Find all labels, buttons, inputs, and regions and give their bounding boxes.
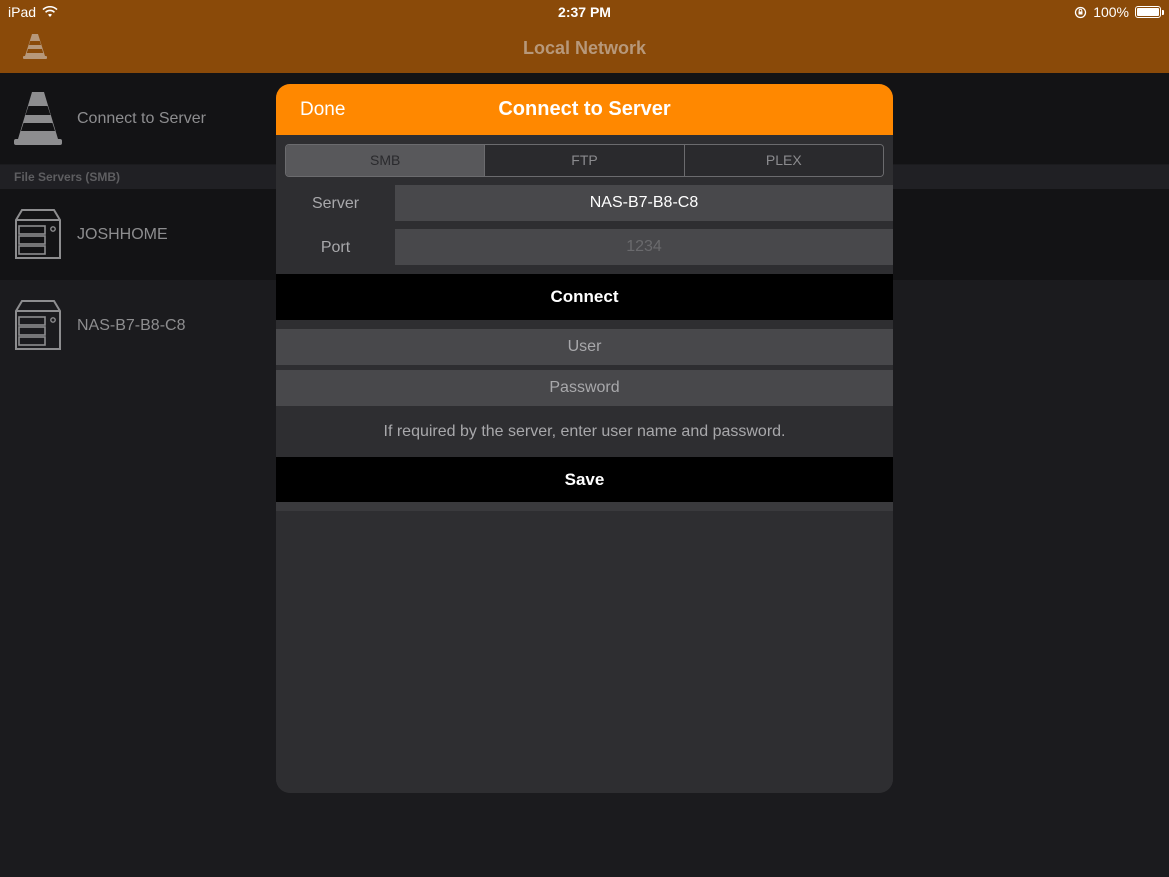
tab-plex[interactable]: PLEX: [684, 145, 883, 176]
connect-to-server-modal: Done Connect to Server SMB FTP PLEX Serv…: [276, 84, 893, 793]
battery-percent: 100%: [1093, 4, 1129, 20]
save-button[interactable]: Save: [276, 457, 893, 503]
rotation-lock-icon: [1075, 6, 1087, 18]
battery-icon: [1135, 6, 1164, 18]
nav-title: Local Network: [522, 38, 647, 58]
protocol-segmented-control: SMB FTP PLEX: [285, 144, 884, 177]
user-input[interactable]: [276, 329, 893, 365]
credentials-hint: If required by the server, enter user na…: [383, 423, 786, 440]
port-label: Port: [320, 239, 351, 256]
server-label: Server: [311, 195, 360, 212]
status-right: 100%: [1074, 4, 1164, 20]
nas-server-icon: [15, 209, 61, 259]
nas-server-icon: [15, 300, 61, 350]
status-time: 2:37 PM: [558, 4, 611, 20]
server-input[interactable]: [395, 185, 893, 221]
modal-empty-area: [276, 511, 893, 793]
connect-to-server-label: Connect to Server: [77, 110, 206, 127]
modal-header: Done Connect to Server: [276, 84, 893, 135]
tab-ftp[interactable]: FTP: [485, 145, 685, 176]
nav-bar: Local Network: [0, 24, 1169, 73]
tab-smb[interactable]: SMB: [286, 145, 486, 176]
port-input[interactable]: [395, 229, 893, 265]
vlc-cone-icon: [14, 92, 62, 145]
connect-button[interactable]: Connect: [276, 274, 893, 320]
server-name: JOSHHOME: [77, 226, 168, 243]
server-name: NAS-B7-B8-C8: [77, 317, 186, 334]
password-input[interactable]: [276, 370, 893, 406]
divider: [276, 502, 893, 511]
status-bar: iPad 2:37 PM 100%: [0, 0, 1169, 24]
modal-title: Connect to Server: [498, 98, 671, 120]
